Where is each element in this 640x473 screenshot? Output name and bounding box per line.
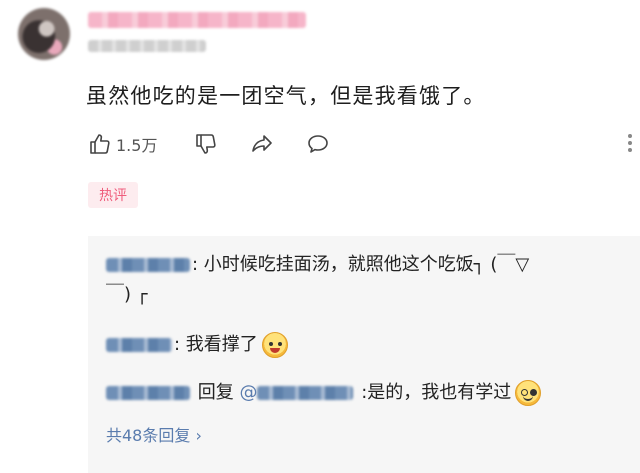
like-button[interactable]: 1.5万 [88,128,157,160]
reply-item[interactable]: : 我看撑了 [106,330,288,360]
dislike-button[interactable] [194,128,218,160]
more-replies-link[interactable]: 共48条回复 › [106,422,202,446]
share-icon [252,135,272,152]
thumbs-up-icon [90,134,110,154]
reply-word: 回复 [197,382,234,403]
comment-button[interactable] [306,128,330,160]
comment-text: 虽然他吃的是一团空气，但是我看饿了。 [86,84,486,108]
mention-username-blurred[interactable] [257,386,354,400]
more-icon[interactable] [622,134,638,154]
comment-icon [308,135,328,153]
reply-item[interactable]: : 小时候吃挂面汤，就照他这个吃饭┐ (￣▽ ￣) ┌ [106,250,529,310]
reply-username-blurred[interactable] [106,258,190,272]
avatar[interactable] [18,8,70,60]
reply-text: 是的，我也有学过 [367,382,512,403]
reply-separator: : [192,254,204,275]
username-blurred[interactable] [88,12,306,28]
reply-separator: : [174,334,186,355]
reply-username-blurred[interactable] [106,386,190,400]
reply-username-blurred[interactable] [106,338,172,352]
reply-text-continued: ￣) ┌ [106,284,148,305]
meta-blurred [88,40,206,52]
like-count: 1.5万 [116,136,158,155]
hot-comment-badge: 热评 [88,182,138,208]
smirk-emoji-icon [515,380,542,406]
reply-text: 小时候吃挂面汤，就照他这个吃饭┐ (￣▽ [203,254,530,275]
mention-at[interactable]: @ [239,382,257,403]
reply-text: 我看撑了 [185,334,258,355]
thumbs-down-icon [196,134,216,154]
reply-item[interactable]: 回复 @ :是的，我也有学过 [106,378,542,408]
replies-panel: : 小时候吃挂面汤，就照他这个吃饭┐ (￣▽ ￣) ┌ : 我看撑了 回复 @ … [88,236,640,473]
share-button[interactable] [250,128,274,160]
reply-separator: : [355,382,368,403]
laughing-emoji-icon [261,332,288,358]
